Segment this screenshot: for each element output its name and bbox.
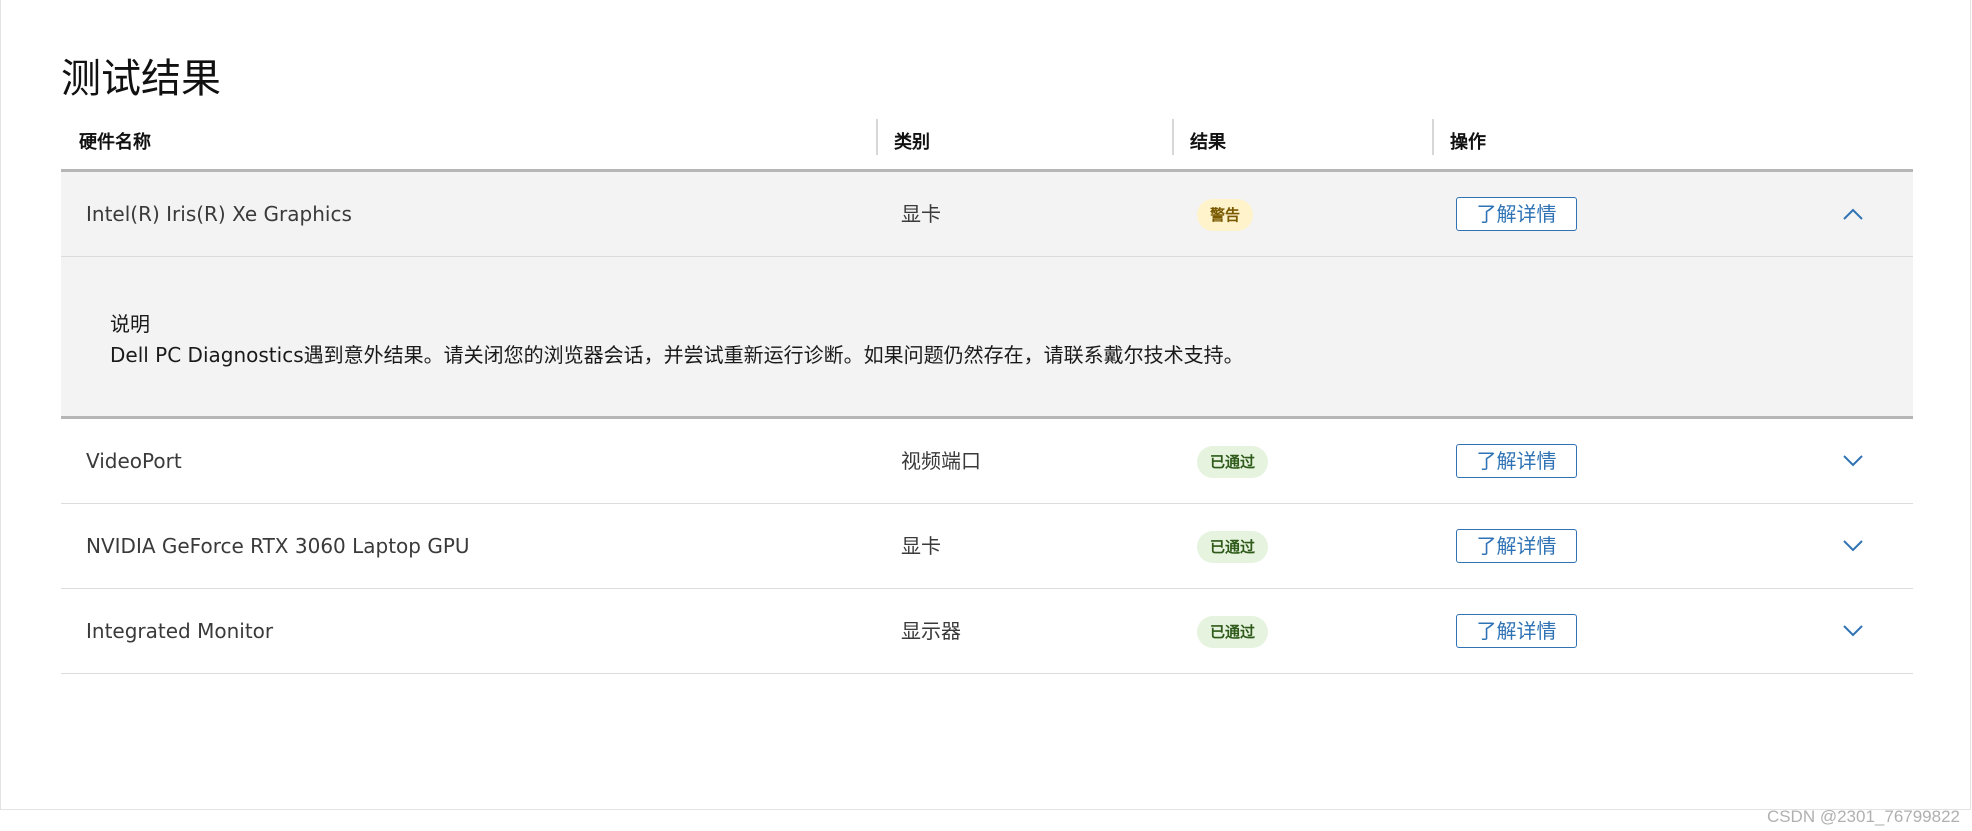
status-badge-passed: 已通过 bbox=[1197, 616, 1269, 648]
table-header: 硬件名称 类别 结果 操作 bbox=[61, 117, 1913, 172]
hardware-name: NVIDIA GeForce RTX 3060 Laptop GPU bbox=[86, 534, 470, 558]
chevron-down-icon[interactable] bbox=[1841, 623, 1865, 639]
table-row[interactable]: NVIDIA GeForce RTX 3060 Laptop GPU 显卡 已通… bbox=[61, 504, 1913, 589]
watermark: CSDN @2301_76799822 bbox=[1766, 807, 1960, 826]
hardware-name: Integrated Monitor bbox=[86, 619, 274, 643]
results-table: 硬件名称 类别 结果 操作 Intel(R) Iris(R) Xe Graphi… bbox=[61, 117, 1913, 674]
hardware-type: 显示器 bbox=[901, 619, 961, 643]
header-action: 操作 bbox=[1450, 132, 1486, 153]
learn-more-button[interactable]: 了解详情 bbox=[1456, 197, 1577, 231]
detail-label: 说明 bbox=[110, 312, 150, 336]
learn-more-button[interactable]: 了解详情 bbox=[1456, 444, 1577, 478]
header-separator bbox=[876, 119, 878, 155]
hardware-name: VideoPort bbox=[86, 449, 182, 473]
table-row[interactable]: Intel(R) Iris(R) Xe Graphics 显卡 警告 了解详情 bbox=[61, 172, 1913, 257]
chevron-down-icon[interactable] bbox=[1841, 453, 1865, 469]
status-badge-passed: 已通过 bbox=[1197, 446, 1269, 478]
table-row[interactable]: Integrated Monitor 显示器 已通过 了解详情 bbox=[61, 589, 1913, 674]
row-detail-panel: 说明 Dell PC Diagnostics遇到意外结果。请关闭您的浏览器会话，… bbox=[61, 257, 1913, 419]
header-result: 结果 bbox=[1190, 132, 1226, 153]
results-panel: 测试结果 硬件名称 类别 结果 操作 Intel(R) Iris(R) Xe G… bbox=[0, 0, 1971, 810]
status-badge-warning: 警告 bbox=[1197, 199, 1254, 231]
hardware-name: Intel(R) Iris(R) Xe Graphics bbox=[86, 202, 352, 226]
chevron-up-icon[interactable] bbox=[1841, 206, 1865, 222]
hardware-type: 显卡 bbox=[901, 534, 941, 558]
page-title: 测试结果 bbox=[61, 56, 221, 102]
header-type: 类别 bbox=[894, 132, 930, 153]
header-separator bbox=[1432, 119, 1434, 155]
table-row[interactable]: VideoPort 视频端口 已通过 了解详情 bbox=[61, 419, 1913, 504]
detail-description: Dell PC Diagnostics遇到意外结果。请关闭您的浏览器会话，并尝试… bbox=[110, 343, 1244, 367]
header-hardware-name: 硬件名称 bbox=[79, 132, 151, 153]
chevron-down-icon[interactable] bbox=[1841, 538, 1865, 554]
hardware-type: 视频端口 bbox=[901, 449, 981, 473]
learn-more-button[interactable]: 了解详情 bbox=[1456, 614, 1577, 648]
learn-more-button[interactable]: 了解详情 bbox=[1456, 529, 1577, 563]
header-separator bbox=[1172, 119, 1174, 155]
status-badge-passed: 已通过 bbox=[1197, 531, 1269, 563]
hardware-type: 显卡 bbox=[901, 202, 941, 226]
